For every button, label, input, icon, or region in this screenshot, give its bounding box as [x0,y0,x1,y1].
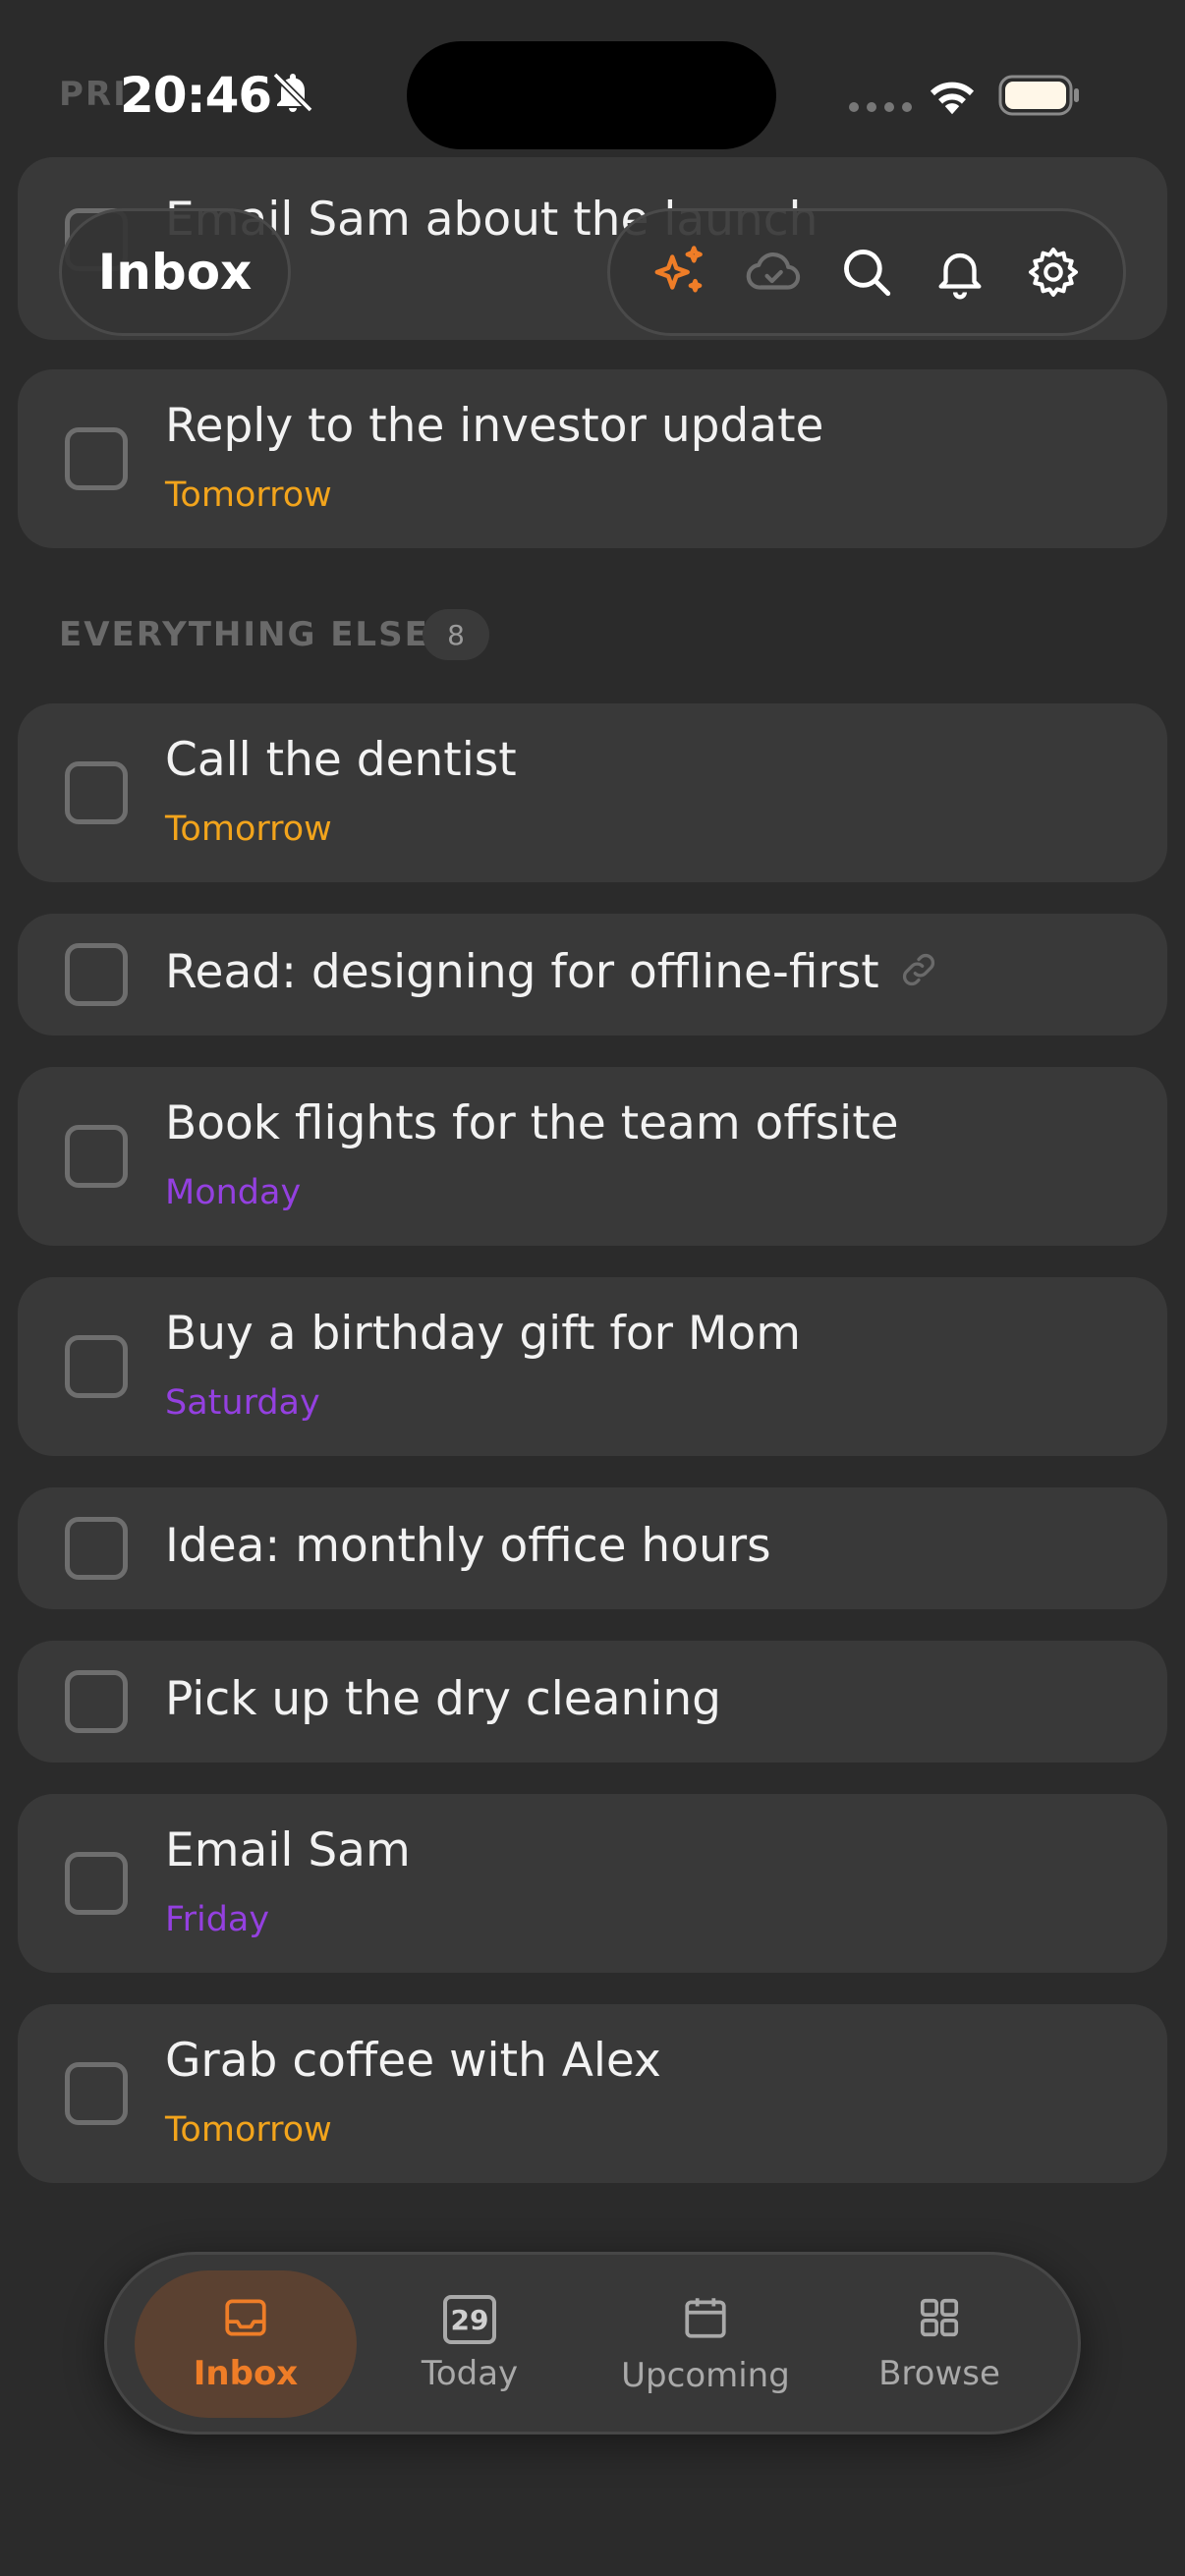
task-checkbox[interactable] [65,1670,128,1733]
task-card[interactable]: Reply to the investor update Tomorrow [18,369,1167,548]
task-card[interactable]: Book flights for the team offsite Monday [18,1067,1167,1246]
task-due-date: Tomorrow [165,2110,332,2150]
task-card[interactable]: Grab coffee with Alex Tomorrow [18,2004,1167,2183]
section-everything-else-label: EVERYTHING ELSE [59,615,429,654]
tab-upcoming[interactable]: Upcoming [594,2270,817,2418]
task-title-row: Read: designing for offline-first [165,945,940,1003]
tab-label: Upcoming [621,2356,790,2395]
task-checkbox[interactable] [65,427,128,490]
task-checkbox[interactable] [65,1335,128,1398]
task-card[interactable]: Pick up the dry cleaning [18,1641,1167,1763]
calendar-day-icon: 29 [443,2295,496,2344]
search-icon[interactable] [829,235,904,309]
tab-label: Today [421,2354,519,2393]
task-due-date: Monday [165,1173,302,1212]
wifi-icon [926,73,979,120]
tab-label: Inbox [193,2354,299,2393]
calendar-icon [681,2293,730,2346]
task-checkbox[interactable] [65,1517,128,1580]
task-checkbox[interactable] [65,2062,128,2125]
dynamic-island [407,41,776,149]
task-title: Reply to the investor update [165,399,824,453]
task-title: Pick up the dry cleaning [165,1672,721,1726]
task-checkbox[interactable] [65,761,128,824]
grid-icon [917,2295,962,2344]
task-card[interactable]: Idea: monthly office hours [18,1487,1167,1609]
task-checkbox[interactable] [65,943,128,1006]
task-card[interactable]: Buy a birthday gift for Mom Saturday [18,1277,1167,1456]
gear-icon[interactable] [1016,235,1091,309]
inbox-screen: 20:46 PRI Email Sam about the launch Inb… [0,0,1185,2576]
page-title[interactable]: Inbox [59,208,291,336]
ai-sparkle-icon[interactable] [643,235,717,309]
task-checkbox[interactable] [65,1125,128,1188]
tab-inbox[interactable]: Inbox [135,2270,357,2418]
battery-icon [998,75,1081,120]
tab-label: Browse [878,2354,1000,2393]
bell-icon[interactable] [923,235,997,309]
task-due-date: Friday [165,1900,270,1939]
task-card[interactable]: Read: designing for offline-first [18,914,1167,1036]
section-priority-label: PRI [59,75,128,114]
task-title: Email Sam [165,1823,411,1877]
status-time: 20:46 [120,67,272,124]
bottom-tab-bar: Inbox 29 Today Upcoming Browse [104,2252,1081,2435]
task-title: Idea: monthly office hours [165,1519,771,1573]
silent-mode-icon [269,69,316,120]
tab-today[interactable]: 29 Today [359,2270,581,2418]
task-title: Read: designing for offline-first [165,945,879,999]
cellular-signal-icon [849,102,912,112]
task-title: Grab coffee with Alex [165,2034,661,2088]
task-title: Call the dentist [165,733,517,787]
inbox-icon [221,2295,270,2344]
link-icon [897,948,940,1003]
header-actions [607,208,1126,336]
task-title: Buy a birthday gift for Mom [165,1307,801,1361]
task-due-date: Tomorrow [165,810,332,849]
task-title: Book flights for the team offsite [165,1096,899,1150]
task-due-date: Saturday [165,1383,320,1423]
task-due-date: Tomorrow [165,476,332,515]
tab-browse[interactable]: Browse [828,2270,1050,2418]
section-count-badge: 8 [423,609,489,660]
task-checkbox[interactable] [65,1852,128,1915]
task-card[interactable]: Call the dentist Tomorrow [18,703,1167,882]
task-card[interactable]: Email Sam Friday [18,1794,1167,1973]
cloud-sync-icon[interactable] [736,235,811,309]
